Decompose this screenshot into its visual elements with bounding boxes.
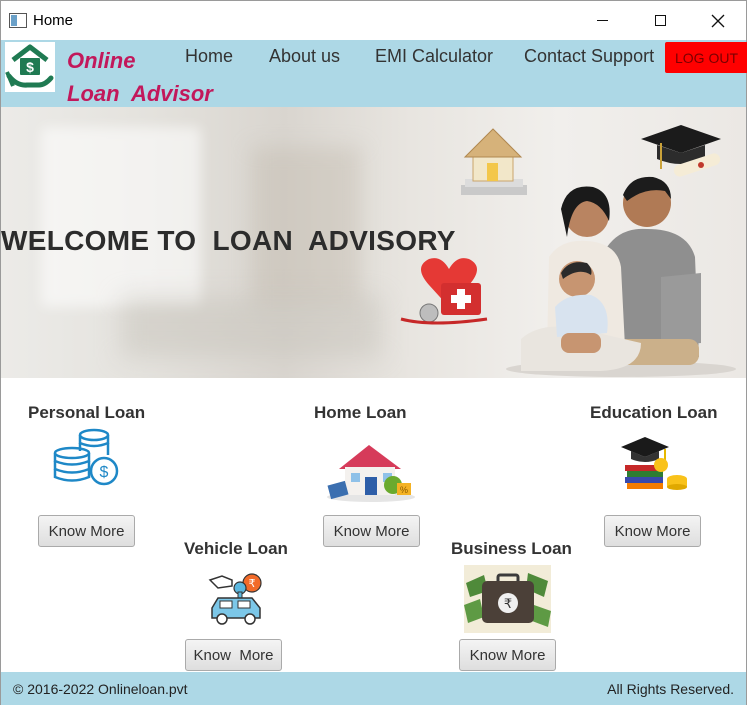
title-bar: Home — [1, 1, 746, 40]
window-title: Home — [33, 12, 74, 29]
svg-text:%: % — [400, 485, 408, 495]
nav-about-us[interactable]: About us — [269, 46, 340, 67]
close-button[interactable] — [689, 1, 747, 40]
minimize-icon — [596, 20, 608, 21]
hero-title: WELCOME TO LOAN ADVISORY — [1, 225, 456, 256]
svg-text:$: $ — [100, 464, 109, 481]
footer-rights: All Rights Reserved. — [607, 681, 734, 697]
maximize-button[interactable] — [631, 1, 689, 40]
brand-line-2: Loan Advisor — [67, 81, 213, 106]
nav-contact-support[interactable]: Contact Support — [524, 46, 654, 67]
hero-banner: WELCOME TO LOAN ADVISORY — [1, 107, 746, 378]
graduation-cap-icon — [641, 125, 721, 177]
family-photo — [506, 176, 736, 377]
car-key-icon: ₹ — [208, 573, 262, 625]
app-window-icon — [9, 13, 27, 28]
education-loan-know-more-button[interactable]: Know More — [604, 515, 701, 547]
maximize-icon — [654, 15, 666, 26]
house-model-icon — [461, 128, 527, 195]
dollar-hands-logo-icon: $ — [5, 44, 54, 88]
navbar: $ Online Loan Advisor Home About us EMI … — [1, 40, 747, 107]
minimize-button[interactable] — [573, 1, 631, 40]
rupee-briefcase-icon: ₹ — [464, 565, 551, 633]
coins-dollar-icon: $ — [53, 428, 119, 486]
personal-loan-title: Personal Loan — [28, 403, 146, 422]
svg-text:₹: ₹ — [249, 577, 256, 590]
app-window: Home $ Online Loan Advisor Home About us… — [0, 0, 747, 705]
logout-button[interactable]: LOG OUT — [665, 42, 747, 73]
business-loan-title: Business Loan — [451, 539, 572, 558]
home-loan-know-more-button[interactable]: Know More — [323, 515, 420, 547]
footer-copyright: © 2016-2022 Onlineloan.pvt — [13, 681, 188, 697]
vehicle-loan-title: Vehicle Loan — [184, 539, 288, 558]
vehicle-loan-know-more-button[interactable]: Know More — [185, 639, 282, 671]
nav-emi-calculator[interactable]: EMI Calculator — [375, 46, 493, 67]
house-icon: % — [327, 445, 415, 502]
home-loan-title: Home Loan — [314, 403, 407, 422]
footer: © 2016-2022 Onlineloan.pvt All Rights Re… — [1, 672, 746, 705]
business-loan-know-more-button[interactable]: Know More — [459, 639, 556, 671]
close-icon — [711, 14, 725, 27]
heart-medkit-icon — [400, 258, 488, 325]
svg-text:₹: ₹ — [504, 597, 512, 612]
graduation-books-icon — [621, 437, 687, 490]
nav-home[interactable]: Home — [185, 46, 233, 67]
personal-loan-know-more-button[interactable]: Know More — [38, 515, 135, 547]
svg-text:$: $ — [26, 59, 34, 75]
logo: $ — [5, 42, 55, 92]
education-loan-title: Education Loan — [590, 403, 718, 422]
